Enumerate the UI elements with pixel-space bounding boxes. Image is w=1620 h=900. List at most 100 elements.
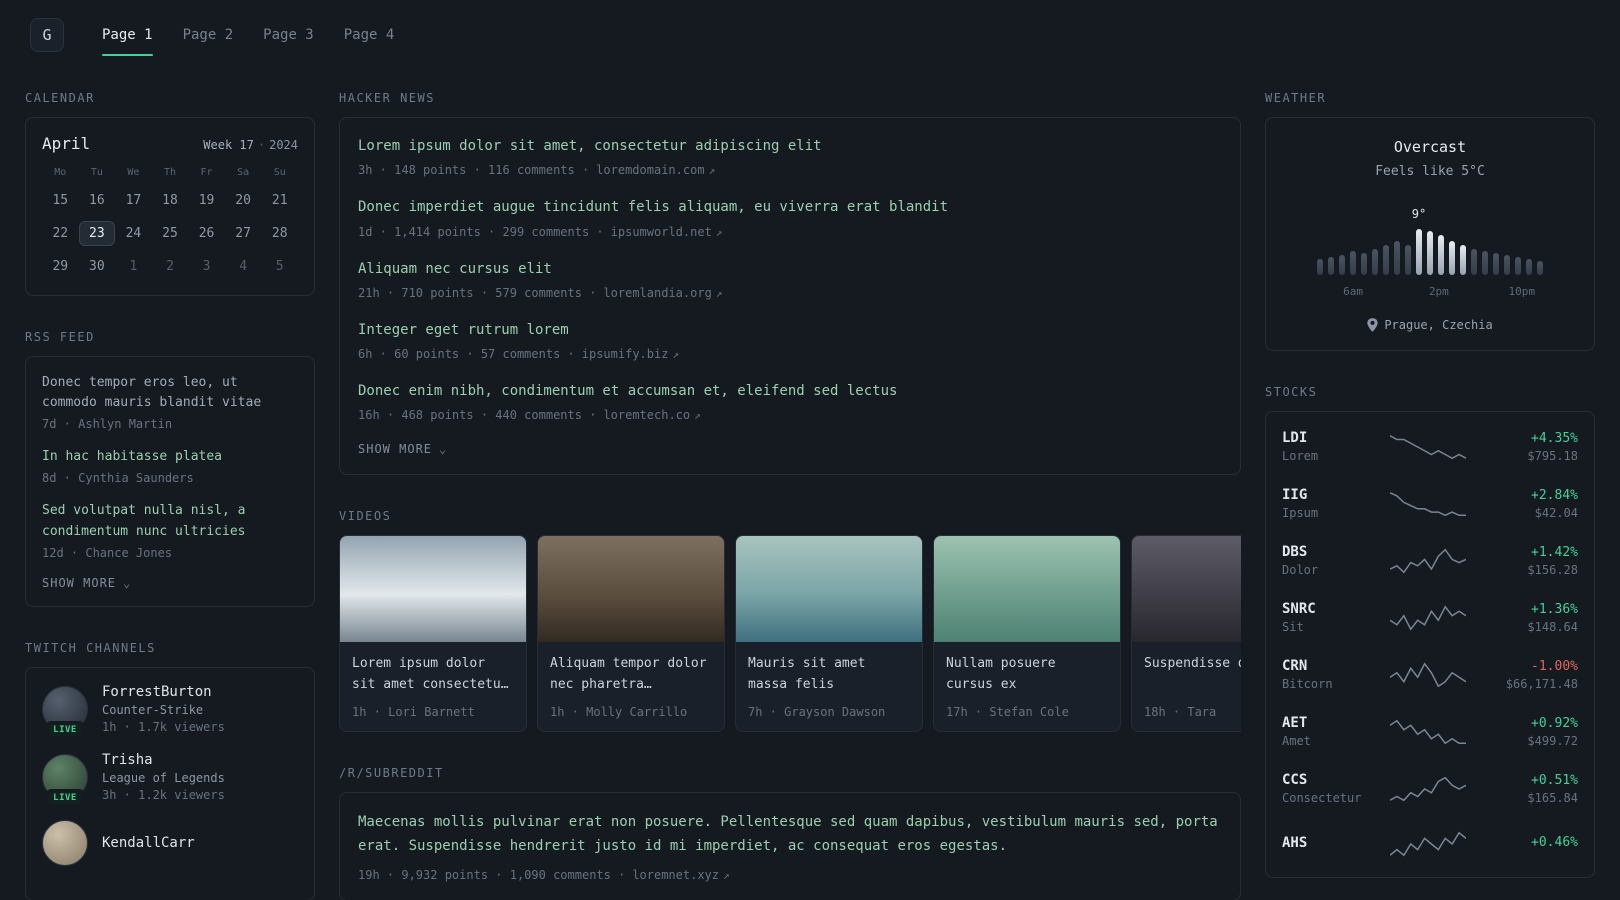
stock-row[interactable]: AET Amet +0.92% $499.72 [1282, 703, 1578, 760]
weather-time-label: 6am [1343, 285, 1363, 298]
stock-sparkline [1390, 660, 1466, 690]
stock-price: $42.04 [1534, 505, 1578, 520]
calendar-month: April [42, 134, 91, 153]
video-card[interactable]: Suspendisse diam 18h · Tara [1131, 535, 1241, 733]
hackernews-item-domain[interactable]: ipsumworld.net [611, 225, 712, 239]
page-tab[interactable]: Page 4 [332, 0, 407, 70]
weather-feels-like: Feels like 5°C [1375, 164, 1485, 179]
twitch-channel[interactable]: LIVE ForrestBurton Counter-Strike 1h · 1… [42, 684, 298, 739]
calendar-day[interactable]: 27 [225, 221, 262, 246]
calendar-day[interactable]: 4 [225, 254, 262, 279]
app-logo[interactable]: G [30, 18, 64, 52]
hackernews-item-domain[interactable]: loremdomain.com [596, 163, 704, 177]
rss-item[interactable]: Donec tempor eros leo, ut commodo mauris… [42, 373, 298, 431]
calendar-day[interactable]: 29 [42, 254, 79, 279]
stock-sparkline [1390, 774, 1466, 804]
video-title: Mauris sit amet massa felis [748, 656, 866, 693]
calendar-day[interactable]: 15 [42, 188, 79, 213]
calendar-day[interactable]: 2 [152, 254, 189, 279]
calendar-day[interactable]: 19 [188, 188, 225, 213]
weekday-label: Sa [237, 167, 250, 178]
avatar-wrap: LIVE [42, 753, 88, 807]
rss-item[interactable]: In hac habitasse platea 8d · Cynthia Sau… [42, 447, 298, 485]
hackernews-item-meta: 1d · 1,414 points · 299 comments · ipsumw… [358, 225, 1222, 239]
calendar-day[interactable]: 3 [188, 254, 225, 279]
hackernews-show-more-button[interactable]: SHOW MORE ⌄ [358, 442, 447, 456]
stocks-widget: LDI Lorem +4.35% $795.18 IIG Ipsum +2.84… [1265, 411, 1595, 878]
hackernews-item-title[interactable]: Aliquam nec cursus elit [358, 259, 1222, 279]
calendar-day[interactable]: 18 [152, 188, 189, 213]
hackernews-item-domain[interactable]: loremtech.co [603, 408, 690, 422]
weather-bar-column [1482, 251, 1488, 275]
twitch-channel[interactable]: KendallCarr [42, 819, 298, 866]
hackernews-item-title[interactable]: Lorem ipsum dolor sit amet, consectetur … [358, 136, 1222, 156]
weather-bar-column [1427, 231, 1433, 275]
weather-bar-column [1493, 253, 1499, 275]
stock-row[interactable]: CRN Bitcorn -1.00% $66,171.48 [1282, 646, 1578, 703]
calendar-day[interactable]: 25 [152, 221, 189, 246]
calendar-day[interactable]: 5 [261, 254, 298, 279]
weather-bar-column [1537, 261, 1543, 275]
hackernews-item-title[interactable]: Donec imperdiet augue tincidunt felis al… [358, 197, 1222, 217]
hackernews-item-meta: 6h · 60 points · 57 comments · ipsumify.b… [358, 347, 1222, 361]
calendar-day[interactable]: 16 [79, 188, 116, 213]
calendar-day[interactable]: 24 [115, 221, 152, 246]
subreddit-widget: Maecenas mollis pulvinar erat non posuer… [339, 792, 1241, 900]
rss-item-title[interactable]: In hac habitasse platea [42, 447, 298, 467]
hackernews-list: Lorem ipsum dolor sit amet, consectetur … [358, 136, 1222, 422]
calendar-day[interactable]: 28 [261, 221, 298, 246]
stock-price: $795.18 [1527, 448, 1578, 463]
calendar-day[interactable]: 23 [78, 221, 116, 246]
weather-bar [1471, 249, 1477, 275]
page-tab[interactable]: Page 3 [251, 0, 326, 70]
weekday-label: Tu [90, 167, 103, 178]
page-tab[interactable]: Page 1 [90, 0, 165, 70]
video-card[interactable]: Mauris sit amet massa felis 7h · Grayson… [735, 535, 923, 733]
weather-bar [1372, 249, 1378, 275]
stock-row[interactable]: DBS Dolor +1.42% $156.28 [1282, 532, 1578, 589]
video-card[interactable]: Lorem ipsum dolor sit amet consectetu… 1… [339, 535, 527, 733]
stock-row[interactable]: IIG Ipsum +2.84% $42.04 [1282, 475, 1578, 532]
rss-item-meta: 12d · Chance Jones [42, 545, 173, 560]
page-tab[interactable]: Page 2 [171, 0, 246, 70]
hackernews-item-meta: 3h · 148 points · 116 comments · loremdom… [358, 163, 1222, 177]
rss-show-more-button[interactable]: SHOW MORE ⌄ [42, 576, 131, 590]
subreddit-post-domain[interactable]: loremnet.xyz [632, 868, 719, 882]
hackernews-item-domain[interactable]: loremlandia.org [603, 286, 711, 300]
hackernews-item-domain[interactable]: ipsumify.biz [582, 347, 669, 361]
calendar-day[interactable]: 22 [42, 221, 79, 246]
stock-row[interactable]: SNRC Sit +1.36% $148.64 [1282, 589, 1578, 646]
weather-bar [1394, 241, 1400, 275]
stock-name: Sit [1282, 620, 1304, 634]
rss-item[interactable]: Sed volutpat nulla nisl, a condimentum n… [42, 501, 298, 559]
calendar-day[interactable]: 21 [261, 188, 298, 213]
stock-row[interactable]: CCS Consectetur +0.51% $165.84 [1282, 760, 1578, 817]
hackernews-item-title[interactable]: Donec enim nibh, condimentum et accumsan… [358, 381, 1222, 401]
stock-row[interactable]: AHS +0.46% [1282, 817, 1578, 871]
video-thumbnail [340, 536, 526, 643]
calendar-day[interactable]: 20 [225, 188, 262, 213]
weather-bar-column [1449, 241, 1455, 275]
middle-column: HACKER NEWS Lorem ipsum dolor sit amet, … [339, 70, 1241, 900]
external-link-icon: ↗ [723, 869, 730, 883]
weather-bar [1383, 245, 1389, 275]
stock-name: Lorem [1282, 449, 1319, 463]
hackernews-item-title[interactable]: Integer eget rutrum lorem [358, 320, 1222, 340]
stock-values: -1.00% $66,171.48 [1478, 659, 1578, 691]
video-card[interactable]: Nullam posuere cursus ex 17h · Stefan Co… [933, 535, 1121, 733]
video-card-body: Nullam posuere cursus ex 17h · Stefan Co… [934, 642, 1120, 731]
stock-values: +0.51% $165.84 [1478, 773, 1578, 805]
calendar-day[interactable]: 26 [188, 221, 225, 246]
rss-item-title[interactable]: Sed volutpat nulla nisl, a condimentum n… [42, 501, 298, 541]
calendar-day[interactable]: 1 [115, 254, 152, 279]
rss-item-title[interactable]: Donec tempor eros leo, ut commodo mauris… [42, 373, 298, 413]
weather-bar [1427, 231, 1433, 275]
video-card[interactable]: Aliquam tempor dolor nec pharetra… 1h · … [537, 535, 725, 733]
video-card-body: Suspendisse diam 18h · Tara [1132, 642, 1241, 731]
twitch-channel[interactable]: LIVE Trisha League of Legends 3h · 1.2k … [42, 752, 298, 807]
calendar-day[interactable]: 17 [115, 188, 152, 213]
calendar-day[interactable]: 30 [79, 254, 116, 279]
calendar-year: 2024 [269, 138, 298, 152]
subreddit-post-title[interactable]: Maecenas mollis pulvinar erat non posuer… [358, 811, 1222, 859]
stock-row[interactable]: LDI Lorem +4.35% $795.18 [1282, 418, 1578, 475]
